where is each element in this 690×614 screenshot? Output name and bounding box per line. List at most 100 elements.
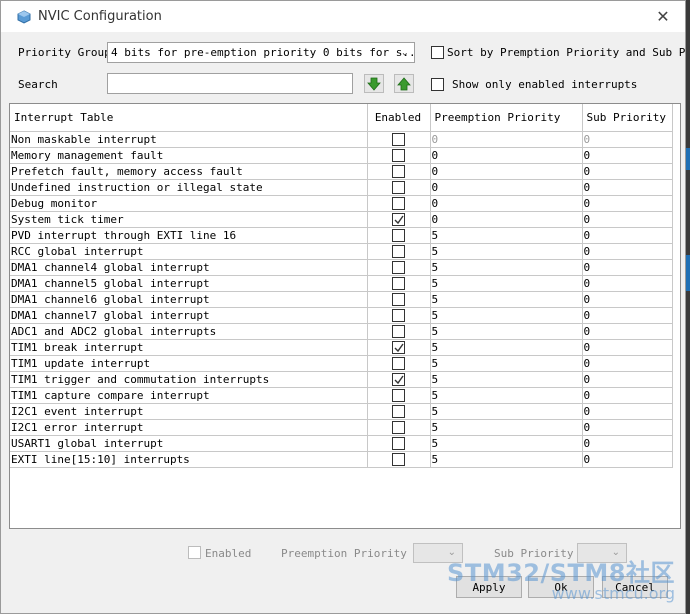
enabled-checkbox[interactable]	[392, 149, 405, 162]
sub-priority-cell[interactable]: 0	[582, 419, 673, 436]
preemption-priority-cell[interactable]: 5	[430, 307, 583, 324]
table-row[interactable]: DMA1 channel4 global interrupt 5 0	[10, 259, 673, 276]
sub-priority-cell[interactable]: 0	[582, 147, 673, 164]
enabled-checkbox[interactable]	[392, 261, 405, 274]
enabled-checkbox[interactable]	[392, 325, 405, 338]
table-row[interactable]: RCC global interrupt 5 0	[10, 243, 673, 260]
ok-button[interactable]: Ok	[528, 576, 594, 598]
cancel-button[interactable]: Cancel	[602, 576, 668, 598]
search-input[interactable]	[107, 73, 353, 94]
column-header-enabled[interactable]: Enabled	[367, 104, 431, 132]
preemption-priority-cell[interactable]: 0	[430, 195, 583, 212]
column-header-sub[interactable]: Sub Priority	[582, 104, 673, 132]
apply-button[interactable]: Apply	[456, 576, 522, 598]
column-header-interrupt[interactable]: Interrupt Table	[10, 104, 368, 132]
preemption-priority-cell[interactable]: 0	[430, 147, 583, 164]
table-row[interactable]: PVD interrupt through EXTI line 16 5 0	[10, 227, 673, 244]
preemption-priority-cell[interactable]: 5	[430, 419, 583, 436]
sub-priority-cell[interactable]: 0	[582, 179, 673, 196]
sub-priority-cell[interactable]: 0	[582, 195, 673, 212]
enabled-checkbox[interactable]	[392, 293, 405, 306]
column-header-preemption[interactable]: Preemption Priority	[430, 104, 583, 132]
enabled-checkbox[interactable]	[392, 437, 405, 450]
preemption-priority-cell[interactable]: 0	[430, 211, 583, 228]
move-up-button[interactable]	[394, 74, 414, 93]
sub-priority-cell[interactable]: 0	[582, 339, 673, 356]
enabled-checkbox[interactable]	[392, 245, 405, 258]
sub-priority-cell[interactable]: 0	[582, 323, 673, 340]
table-row[interactable]: ADC1 and ADC2 global interrupts 5 0	[10, 323, 673, 340]
table-row[interactable]: I2C1 event interrupt 5 0	[10, 403, 673, 420]
table-row[interactable]: TIM1 capture compare interrupt 5 0	[10, 387, 673, 404]
priority-group-select[interactable]: 4 bits for pre-emption priority 0 bits f…	[107, 42, 415, 63]
sub-priority-cell[interactable]: 0	[582, 355, 673, 372]
close-button[interactable]: ✕	[649, 5, 677, 27]
sub-priority-cell[interactable]: 0	[582, 403, 673, 420]
preemption-priority-cell[interactable]: 5	[430, 403, 583, 420]
table-row[interactable]: Non maskable interrupt 0 0	[10, 131, 673, 148]
selected-sub-select[interactable]: ⌄	[577, 543, 627, 563]
enabled-checkbox[interactable]	[392, 421, 405, 434]
selected-preemption-select[interactable]: ⌄	[413, 543, 463, 563]
enabled-checkbox[interactable]	[392, 165, 405, 178]
sub-priority-cell[interactable]: 0	[582, 259, 673, 276]
preemption-priority-cell[interactable]: 5	[430, 259, 583, 276]
enabled-checkbox[interactable]	[392, 309, 405, 322]
enabled-checkbox[interactable]	[392, 133, 405, 146]
preemption-priority-cell[interactable]: 5	[430, 387, 583, 404]
table-row[interactable]: TIM1 update interrupt 5 0	[10, 355, 673, 372]
selected-enabled-checkbox[interactable]	[188, 546, 201, 559]
sub-priority-cell[interactable]: 0	[582, 291, 673, 308]
sub-priority-cell[interactable]: 0	[582, 227, 673, 244]
table-row[interactable]: I2C1 error interrupt 5 0	[10, 419, 673, 436]
table-row[interactable]: DMA1 channel5 global interrupt 5 0	[10, 275, 673, 292]
enabled-checkbox[interactable]	[392, 181, 405, 194]
enabled-checkbox[interactable]	[392, 341, 405, 354]
table-row[interactable]: Debug monitor 0 0	[10, 195, 673, 212]
enabled-checkbox[interactable]	[392, 357, 405, 370]
preemption-priority-cell[interactable]: 0	[430, 179, 583, 196]
table-row[interactable]: DMA1 channel6 global interrupt 5 0	[10, 291, 673, 308]
table-row[interactable]: Prefetch fault, memory access fault 0 0	[10, 163, 673, 180]
sub-priority-cell[interactable]: 0	[582, 387, 673, 404]
enabled-checkbox[interactable]	[392, 453, 405, 466]
sub-priority-cell[interactable]: 0	[582, 307, 673, 324]
sub-priority-cell[interactable]: 0	[582, 243, 673, 260]
show-enabled-checkbox[interactable]	[431, 78, 444, 91]
table-row[interactable]: TIM1 trigger and commutation interrupts 5…	[10, 371, 673, 388]
enabled-checkbox[interactable]	[392, 229, 405, 242]
table-row[interactable]: System tick timer 0 0	[10, 211, 673, 228]
sub-priority-cell[interactable]: 0	[582, 371, 673, 388]
preemption-priority-cell[interactable]: 5	[430, 275, 583, 292]
preemption-priority-cell[interactable]: 0	[430, 131, 583, 148]
preemption-priority-cell[interactable]: 5	[430, 371, 583, 388]
preemption-priority-cell[interactable]: 5	[430, 435, 583, 452]
preemption-priority-cell[interactable]: 5	[430, 323, 583, 340]
sub-priority-cell[interactable]: 0	[582, 211, 673, 228]
enabled-checkbox[interactable]	[392, 373, 405, 386]
enabled-checkbox[interactable]	[392, 213, 405, 226]
enabled-checkbox[interactable]	[392, 405, 405, 418]
sub-priority-cell[interactable]: 0	[582, 435, 673, 452]
table-row[interactable]: Memory management fault 0 0	[10, 147, 673, 164]
table-row[interactable]: USART1 global interrupt 5 0	[10, 435, 673, 452]
sub-priority-cell[interactable]: 0	[582, 131, 673, 148]
table-row[interactable]: DMA1 channel7 global interrupt 5 0	[10, 307, 673, 324]
preemption-priority-cell[interactable]: 5	[430, 355, 583, 372]
move-down-button[interactable]	[364, 74, 384, 93]
table-row[interactable]: EXTI line[15:10] interrupts 5 0	[10, 451, 673, 468]
sub-priority-cell[interactable]: 0	[582, 163, 673, 180]
preemption-priority-cell[interactable]: 0	[430, 163, 583, 180]
preemption-priority-cell[interactable]: 5	[430, 227, 583, 244]
sub-priority-cell[interactable]: 0	[582, 275, 673, 292]
sort-checkbox[interactable]	[431, 46, 444, 59]
table-row[interactable]: TIM1 break interrupt 5 0	[10, 339, 673, 356]
preemption-priority-cell[interactable]: 5	[430, 243, 583, 260]
enabled-checkbox[interactable]	[392, 277, 405, 290]
table-row[interactable]: Undefined instruction or illegal state 0 0	[10, 179, 673, 196]
sub-priority-cell[interactable]: 0	[582, 451, 673, 468]
enabled-checkbox[interactable]	[392, 389, 405, 402]
preemption-priority-cell[interactable]: 5	[430, 451, 583, 468]
preemption-priority-cell[interactable]: 5	[430, 291, 583, 308]
preemption-priority-cell[interactable]: 5	[430, 339, 583, 356]
